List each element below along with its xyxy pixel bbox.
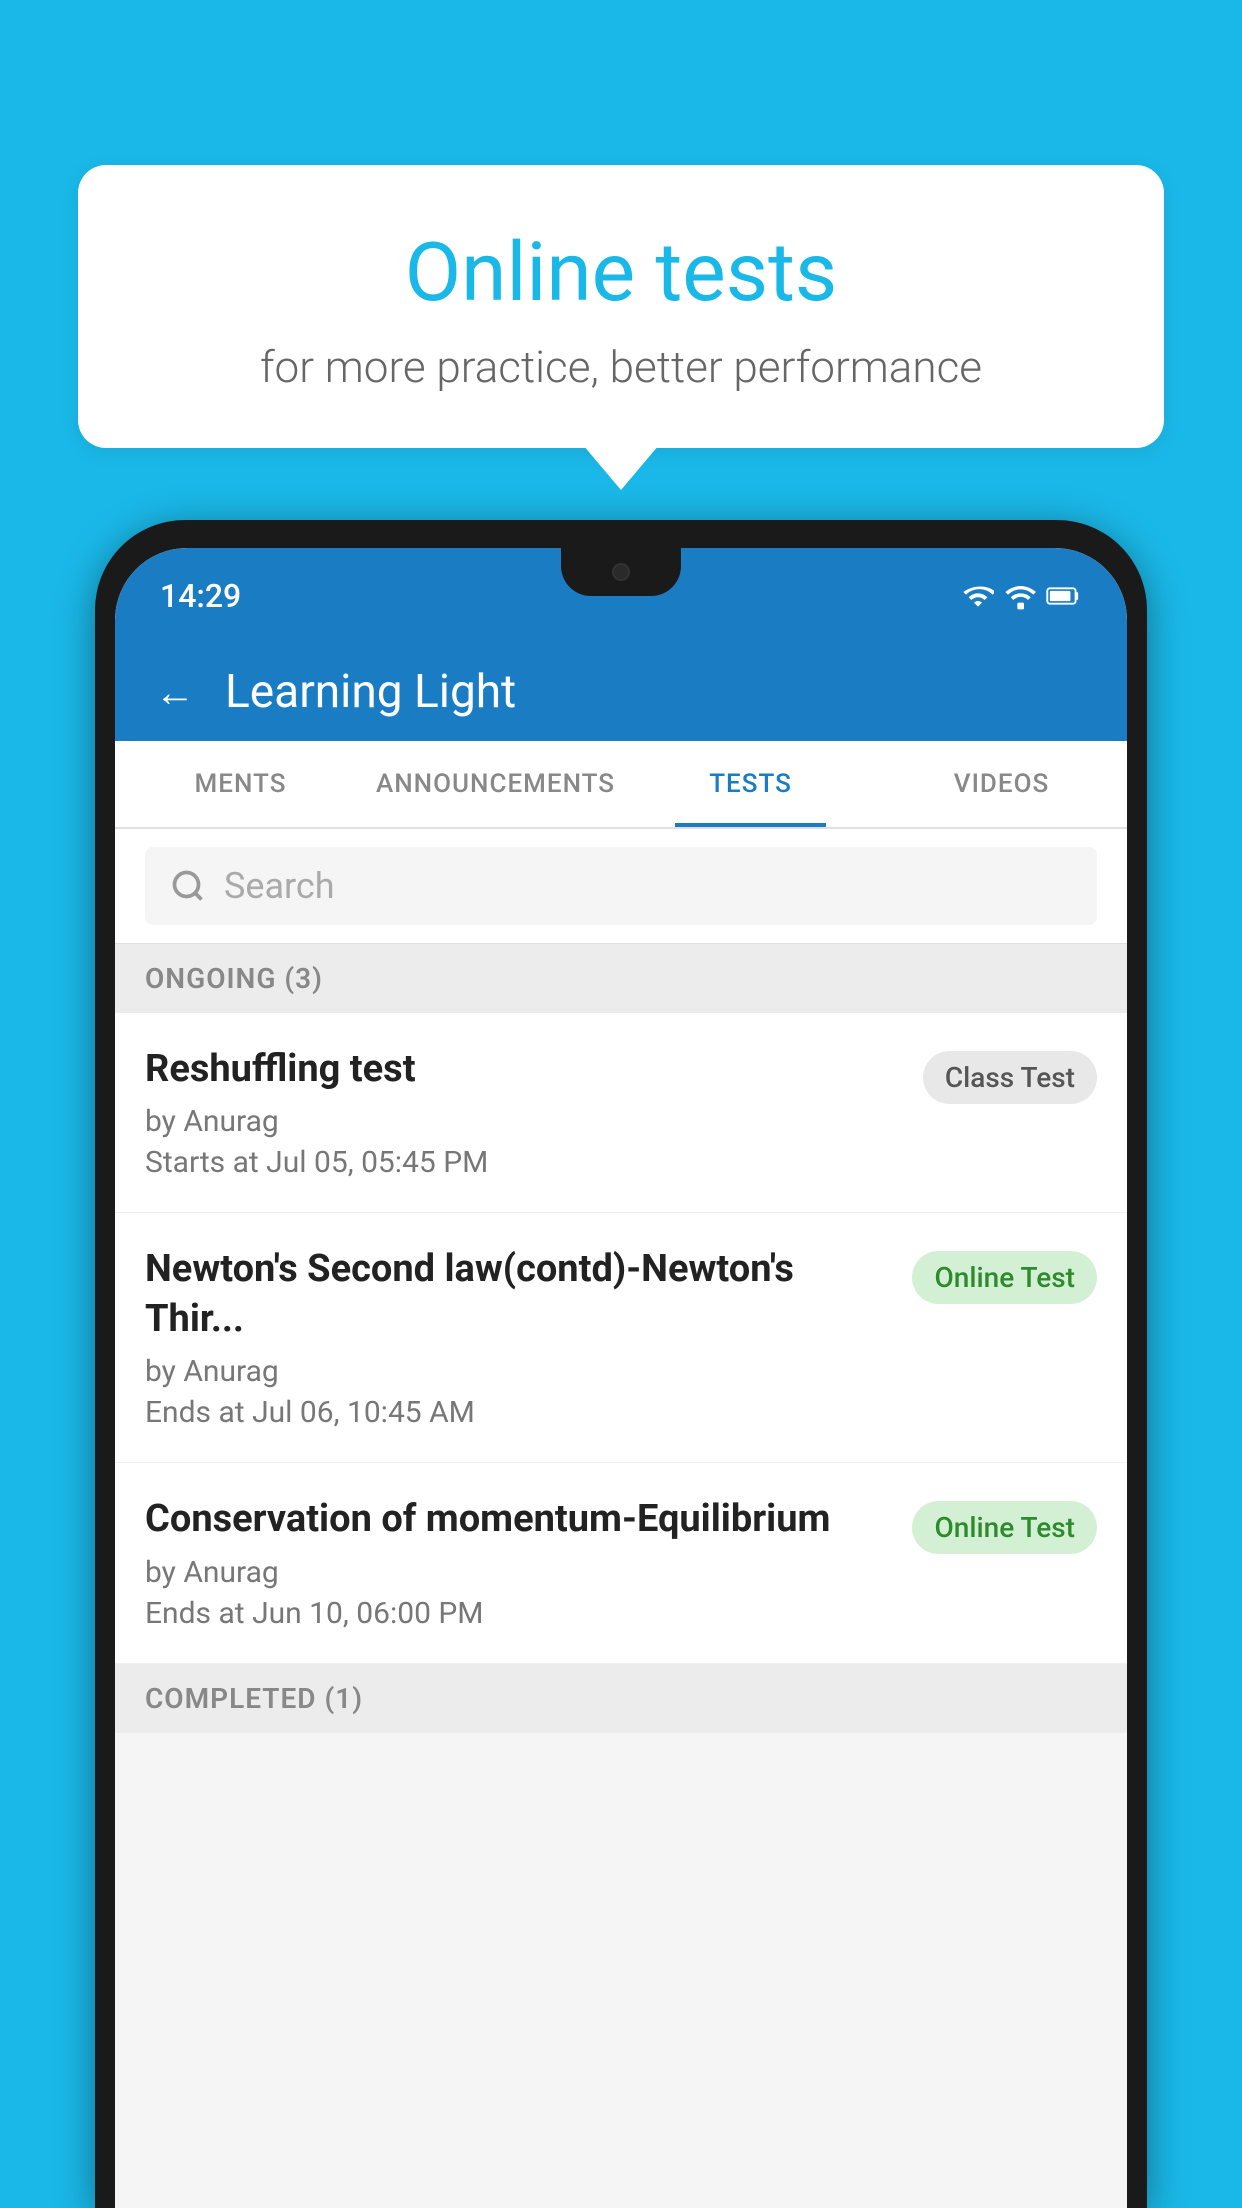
ongoing-label: ONGOING (3) [145, 962, 1097, 995]
phone-screen: 14:29 [115, 548, 1127, 2208]
tab-tests[interactable]: TESTS [625, 741, 876, 827]
test-name: Newton's Second law(contd)-Newton's Thir… [145, 1245, 892, 1344]
tabs-bar: MENTS ANNOUNCEMENTS TESTS VIDEOS [115, 741, 1127, 829]
test-name: Conservation of momentum-Equilibrium [145, 1495, 892, 1544]
test-time: Starts at Jul 05, 05:45 PM [145, 1145, 903, 1180]
search-box[interactable]: Search [145, 847, 1097, 925]
test-item[interactable]: Newton's Second law(contd)-Newton's Thir… [115, 1213, 1127, 1463]
test-info: Conservation of momentum-Equilibrium by … [145, 1495, 912, 1630]
battery-icon [1046, 580, 1082, 612]
test-item[interactable]: Reshuffling test by Anurag Starts at Jul… [115, 1013, 1127, 1213]
time-value: Jul 05, 05:45 PM [266, 1145, 488, 1180]
time-value: Jun 10, 06:00 PM [252, 1596, 483, 1631]
app-title: Learning Light [225, 665, 516, 719]
test-author: by Anurag [145, 1354, 892, 1389]
time-value: Jul 06, 10:45 AM [252, 1395, 475, 1430]
test-item[interactable]: Conservation of momentum-Equilibrium by … [115, 1463, 1127, 1663]
test-list: Reshuffling test by Anurag Starts at Jul… [115, 1013, 1127, 1664]
test-badge: Class Test [923, 1051, 1097, 1104]
promo-title: Online tests [128, 225, 1114, 321]
app-header: ← Learning Light [115, 643, 1127, 741]
notch [561, 548, 681, 596]
search-container: Search [115, 829, 1127, 944]
test-info: Reshuffling test by Anurag Starts at Jul… [145, 1045, 923, 1180]
test-info: Newton's Second law(contd)-Newton's Thir… [145, 1245, 912, 1430]
completed-section-header: COMPLETED (1) [115, 1664, 1127, 1733]
test-author: by Anurag [145, 1104, 903, 1139]
test-author: by Anurag [145, 1555, 892, 1590]
search-icon [170, 868, 206, 904]
test-time: Ends at Jun 10, 06:00 PM [145, 1596, 892, 1631]
status-bar: 14:29 [115, 548, 1127, 643]
time-label: Ends at [145, 1596, 245, 1631]
time-label: Ends at [145, 1395, 245, 1430]
back-button[interactable]: ← [155, 669, 195, 716]
phone-frame: 14:29 [95, 520, 1147, 2208]
status-icons [962, 580, 1082, 612]
signal-icon [1004, 580, 1036, 612]
wifi-icon [962, 580, 994, 612]
promo-card: Online tests for more practice, better p… [78, 165, 1164, 448]
promo-subtitle: for more practice, better performance [128, 341, 1114, 393]
tab-videos[interactable]: VIDEOS [876, 741, 1127, 827]
clock: 14:29 [160, 577, 241, 615]
test-badge: Online Test [912, 1501, 1097, 1554]
test-time: Ends at Jul 06, 10:45 AM [145, 1395, 892, 1430]
ongoing-section-header: ONGOING (3) [115, 944, 1127, 1013]
tab-ments[interactable]: MENTS [115, 741, 366, 827]
time-label: Starts at [145, 1145, 259, 1180]
search-input[interactable]: Search [224, 865, 335, 907]
test-badge: Online Test [912, 1251, 1097, 1304]
completed-label: COMPLETED (1) [145, 1682, 1097, 1715]
test-name: Reshuffling test [145, 1045, 903, 1094]
camera [612, 563, 630, 581]
tab-announcements[interactable]: ANNOUNCEMENTS [366, 741, 625, 827]
